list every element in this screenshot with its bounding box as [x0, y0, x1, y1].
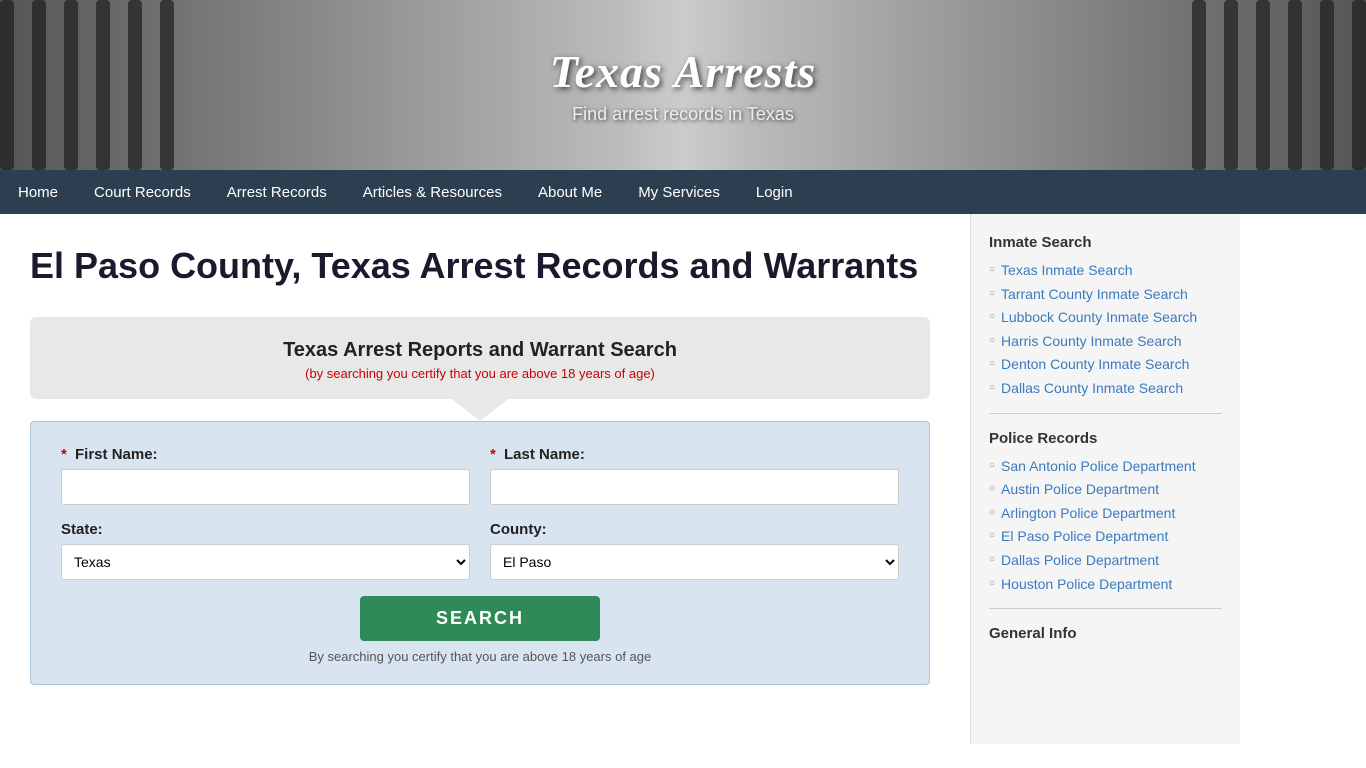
nav-arrest-records[interactable]: Arrest Records	[209, 170, 345, 214]
last-name-input[interactable]	[490, 469, 899, 505]
main-layout: El Paso County, Texas Arrest Records and…	[0, 214, 1366, 744]
nav-login[interactable]: Login	[738, 170, 811, 214]
name-row: * First Name: * Last Name:	[61, 446, 899, 505]
police-link-0[interactable]: San Antonio Police Department	[1001, 457, 1196, 477]
county-label: County:	[490, 521, 899, 538]
inmate-search-link-2[interactable]: Lubbock County Inmate Search	[1001, 308, 1197, 328]
bar	[1256, 0, 1270, 170]
main-content: El Paso County, Texas Arrest Records and…	[0, 214, 970, 744]
bar	[32, 0, 46, 170]
nav-about-me[interactable]: About Me	[520, 170, 620, 214]
police-records-list: San Antonio Police Department Austin Pol…	[989, 457, 1222, 595]
last-name-group: * Last Name:	[490, 446, 899, 505]
site-title: Texas Arrests	[550, 45, 816, 98]
sidebar-divider-2	[989, 608, 1222, 609]
sidebar: Inmate Search Texas Inmate Search Tarran…	[970, 214, 1240, 744]
list-item: Denton County Inmate Search	[989, 355, 1222, 375]
inmate-search-link-4[interactable]: Denton County Inmate Search	[1001, 355, 1189, 375]
arrow-down-icon	[452, 399, 508, 421]
state-label: State:	[61, 521, 470, 538]
location-row: State: Texas County: El Paso	[61, 521, 899, 580]
state-group: State: Texas	[61, 521, 470, 580]
inmate-search-link-1[interactable]: Tarrant County Inmate Search	[1001, 285, 1188, 305]
police-link-1[interactable]: Austin Police Department	[1001, 480, 1159, 500]
state-select[interactable]: Texas	[61, 544, 470, 580]
police-link-5[interactable]: Houston Police Department	[1001, 575, 1172, 595]
bar	[1192, 0, 1206, 170]
search-note: By searching you certify that you are ab…	[61, 649, 899, 664]
list-item: El Paso Police Department	[989, 527, 1222, 547]
bar	[128, 0, 142, 170]
inmate-search-link-5[interactable]: Dallas County Inmate Search	[1001, 379, 1183, 399]
search-box-subtitle: (by searching you certify that you are a…	[58, 366, 902, 381]
bar	[1288, 0, 1302, 170]
list-item: Lubbock County Inmate Search	[989, 308, 1222, 328]
list-item: Dallas County Inmate Search	[989, 379, 1222, 399]
nav-home[interactable]: Home	[0, 170, 76, 214]
county-select[interactable]: El Paso	[490, 544, 899, 580]
sidebar-police-records-title: Police Records	[989, 430, 1222, 447]
bar	[0, 0, 14, 170]
list-item: Harris County Inmate Search	[989, 332, 1222, 352]
bar	[1352, 0, 1366, 170]
list-item: Houston Police Department	[989, 575, 1222, 595]
inmate-search-list: Texas Inmate Search Tarrant County Inmat…	[989, 261, 1222, 399]
search-button[interactable]: SEARCH	[360, 596, 600, 641]
first-name-input[interactable]	[61, 469, 470, 505]
site-header: Texas Arrests Find arrest records in Tex…	[0, 0, 1366, 170]
required-marker: *	[490, 446, 496, 463]
header-bars-right	[1146, 0, 1366, 170]
inmate-search-link-0[interactable]: Texas Inmate Search	[1001, 261, 1133, 281]
first-name-label: * First Name:	[61, 446, 470, 463]
inmate-search-link-3[interactable]: Harris County Inmate Search	[1001, 332, 1182, 352]
county-group: County: El Paso	[490, 521, 899, 580]
sidebar-general-info-title: General Info	[989, 625, 1222, 642]
header-bars-left	[0, 0, 220, 170]
sidebar-inmate-search-title: Inmate Search	[989, 234, 1222, 251]
search-box: Texas Arrest Reports and Warrant Search …	[30, 317, 930, 399]
search-box-title: Texas Arrest Reports and Warrant Search	[58, 339, 902, 362]
sidebar-divider	[989, 413, 1222, 414]
police-link-3[interactable]: El Paso Police Department	[1001, 527, 1168, 547]
list-item: Dallas Police Department	[989, 551, 1222, 571]
nav-articles-resources[interactable]: Articles & Resources	[345, 170, 520, 214]
first-name-group: * First Name:	[61, 446, 470, 505]
nav-court-records[interactable]: Court Records	[76, 170, 209, 214]
police-link-2[interactable]: Arlington Police Department	[1001, 504, 1175, 524]
main-nav: Home Court Records Arrest Records Articl…	[0, 170, 1366, 214]
bar	[1320, 0, 1334, 170]
list-item: Tarrant County Inmate Search	[989, 285, 1222, 305]
search-form: * First Name: * Last Name: State: Texas	[30, 421, 930, 685]
site-subtitle: Find arrest records in Texas	[550, 104, 816, 125]
required-marker: *	[61, 446, 67, 463]
police-link-4[interactable]: Dallas Police Department	[1001, 551, 1159, 571]
list-item: Austin Police Department	[989, 480, 1222, 500]
bar	[96, 0, 110, 170]
bar	[64, 0, 78, 170]
list-item: Arlington Police Department	[989, 504, 1222, 524]
last-name-label: * Last Name:	[490, 446, 899, 463]
header-text: Texas Arrests Find arrest records in Tex…	[550, 45, 816, 125]
page-title: El Paso County, Texas Arrest Records and…	[30, 244, 930, 287]
list-item: San Antonio Police Department	[989, 457, 1222, 477]
list-item: Texas Inmate Search	[989, 261, 1222, 281]
nav-my-services[interactable]: My Services	[620, 170, 738, 214]
bar	[160, 0, 174, 170]
bar	[1224, 0, 1238, 170]
